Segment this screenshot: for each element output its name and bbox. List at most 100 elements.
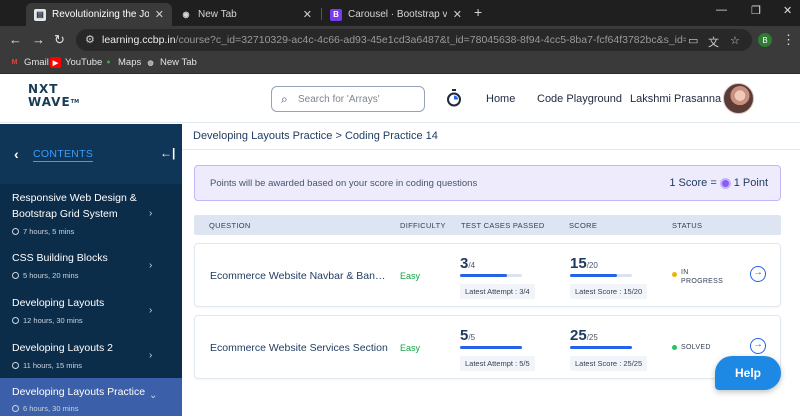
breadcrumb: Developing Layouts Practice > Coding Pra…	[193, 130, 438, 142]
coin-icon	[719, 177, 731, 189]
reload-icon[interactable]: ↻	[54, 32, 65, 48]
search-box[interactable]: ⌕	[271, 86, 425, 112]
divider	[182, 149, 800, 150]
score-to-point-info: 1 Score = 1 Point	[669, 177, 768, 189]
sidebar-item-duration: 12 hours, 30 mins	[12, 316, 83, 325]
bootstrap-icon: B	[330, 8, 342, 21]
profile-avatar[interactable]: B	[758, 33, 772, 47]
tests-passed-count: 5/5	[460, 327, 476, 344]
user-avatar[interactable]	[723, 83, 754, 114]
nxtwave-logo[interactable]: NXT WAVETM	[28, 83, 88, 113]
tests-progress-fill	[460, 274, 507, 277]
bookmarks-bar: M Gmail ▶ YouTube ● Maps ◍ New Tab	[0, 54, 800, 74]
points-banner-text: Points will be awarded based on your sco…	[210, 178, 478, 189]
bookmark-maps[interactable]: ● Maps	[103, 57, 141, 68]
bookmark-label: New Tab	[160, 57, 197, 68]
sidebar-item-label: Developing Layouts 2	[12, 342, 113, 354]
user-name[interactable]: Lakshmi Prasanna	[630, 93, 721, 105]
nav-code-playground[interactable]: Code Playground	[537, 93, 622, 105]
column-header-score: SCORE	[569, 221, 598, 230]
score-count: 15/20	[570, 255, 598, 272]
chevron-right-icon: ›	[149, 350, 153, 361]
course-sidebar: ‹ CONTENTS ←| Responsive Web Design & Bo…	[0, 124, 182, 416]
minimize-icon[interactable]: —	[716, 4, 727, 16]
contents-header: ‹ CONTENTS ←|	[0, 124, 182, 184]
url-text[interactable]: learning.ccbp.in/course?c_id=32710329-ac…	[102, 34, 686, 46]
site-info-icon[interactable]: ⚙	[85, 33, 95, 46]
bookmark-label: YouTube	[65, 57, 103, 68]
sidebar-item-responsive-web-design[interactable]: Responsive Web Design & Bootstrap Grid S…	[0, 184, 182, 244]
close-tab-icon[interactable]: ✕	[453, 8, 462, 21]
sidebar-item-label: Developing Layouts Practice	[12, 386, 146, 398]
nav-home[interactable]: Home	[486, 93, 515, 105]
tests-progress-bar	[460, 346, 522, 349]
sidebar-item-developing-layouts[interactable]: Developing Layouts › 12 hours, 30 mins	[0, 288, 182, 333]
clock-icon	[12, 317, 19, 324]
latest-attempt-pill: Latest Attempt : 3/4	[460, 284, 535, 299]
sidebar-item-css-building-blocks[interactable]: CSS Building Blocks › 5 hours, 20 mins	[0, 244, 182, 288]
youtube-icon: ▶	[50, 57, 61, 68]
logo-line2: WAVE	[28, 95, 71, 109]
chrome-icon: ◉	[182, 10, 190, 19]
window-close-icon[interactable]: ✕	[783, 4, 792, 17]
search-icon: ⌕	[281, 92, 288, 106]
column-header-question: QUESTION	[209, 221, 251, 230]
difficulty-badge: Easy	[400, 271, 421, 281]
score-label: 1 Score =	[669, 177, 717, 189]
bookmark-gmail[interactable]: M Gmail	[9, 57, 49, 68]
close-tab-icon[interactable]: ✕	[155, 8, 164, 21]
chevron-right-icon: ›	[149, 208, 153, 219]
bookmark-star-icon[interactable]: ☆	[730, 34, 740, 47]
search-input[interactable]	[298, 91, 422, 107]
open-question-arrow-icon[interactable]: →	[750, 338, 766, 354]
tab-title: Revolutionizing the Job Market	[52, 9, 149, 20]
collapse-sidebar-icon[interactable]: ←|	[160, 146, 175, 160]
question-row[interactable]: Ecommerce Website Navbar & Banner Sectio…	[194, 243, 781, 307]
close-tab-icon[interactable]: ✕	[303, 8, 312, 21]
status-dot	[672, 272, 677, 277]
main-content: Developing Layouts Practice > Coding Pra…	[182, 124, 800, 416]
browser-tab[interactable]: B Carousel · Bootstrap v4.5 ✕	[322, 3, 470, 26]
score-progress-fill	[570, 346, 632, 349]
help-button[interactable]: Help	[715, 356, 781, 390]
contents-tab[interactable]: CONTENTS	[33, 148, 94, 162]
sidebar-item-developing-layouts-practice[interactable]: Developing Layouts Practice ⌄ 6 hours, 3…	[0, 378, 182, 416]
latest-attempt-pill: Latest Attempt : 5/5	[460, 356, 535, 371]
clock-icon	[12, 362, 19, 369]
sidebar-item-duration: 11 hours, 15 mins	[12, 361, 82, 370]
question-row[interactable]: Ecommerce Website Services Section Easy …	[194, 315, 781, 379]
address-bar: ← → ↻ ⚙ learning.ccbp.in/course?c_id=327…	[0, 26, 800, 54]
forward-icon[interactable]: →	[32, 32, 45, 47]
point-label: 1 Point	[733, 177, 768, 189]
open-question-arrow-icon[interactable]: →	[750, 266, 766, 282]
bookmark-label: Maps	[118, 57, 142, 68]
sidebar-item-developing-layouts-2[interactable]: Developing Layouts 2 › 11 hours, 15 mins	[0, 333, 182, 378]
question-title[interactable]: Ecommerce Website Services Section	[210, 342, 390, 354]
browser-tab[interactable]: ◉ New Tab ✕	[172, 3, 320, 26]
bookmark-youtube[interactable]: ▶ YouTube	[50, 57, 102, 68]
score-progress-bar	[570, 346, 632, 349]
question-title[interactable]: Ecommerce Website Navbar & Banner Sectio…	[210, 270, 390, 282]
new-tab-button[interactable]: +	[474, 4, 482, 20]
table-header: QUESTION DIFFICULTY TEST CASES PASSED SC…	[194, 215, 781, 235]
score-progress-bar	[570, 274, 632, 277]
site-header: NXT WAVETM ⌕ Home Code Playground Lakshm…	[0, 75, 800, 123]
score-count: 25/25	[570, 327, 598, 344]
chevron-left-icon[interactable]: ‹	[14, 146, 19, 162]
timer-icon[interactable]	[446, 89, 462, 107]
chevron-right-icon: ›	[149, 305, 153, 316]
browser-tab-active[interactable]: ▤ Revolutionizing the Job Market ✕	[26, 3, 172, 26]
status-badge: SOLVED	[681, 344, 711, 351]
difficulty-badge: Easy	[400, 343, 421, 353]
restore-icon[interactable]: ❐	[751, 4, 761, 17]
bookmark-new-tab[interactable]: ◍ New Tab	[145, 57, 197, 68]
omnibox[interactable]: ⚙ learning.ccbp.in/course?c_id=32710329-…	[76, 29, 752, 51]
sidebar-item-label: Responsive Web Design & Bootstrap Grid S…	[12, 192, 137, 220]
translate-icon[interactable]: 文	[708, 34, 719, 50]
cast-icon[interactable]: ▭	[688, 34, 698, 47]
latest-score-pill: Latest Score : 15/20	[570, 284, 648, 299]
back-icon[interactable]: ←	[9, 32, 22, 47]
tab-title: New Tab	[198, 9, 237, 20]
browser-menu-icon[interactable]: ⋮	[782, 32, 795, 48]
maps-icon: ●	[106, 59, 111, 66]
